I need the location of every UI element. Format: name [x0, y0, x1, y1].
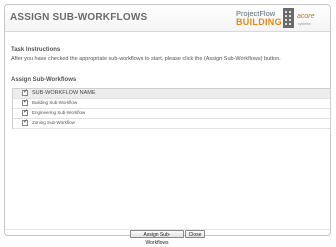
item-label: Engineering Sub-Workflow [32, 110, 86, 115]
item-label: Building Sub-Workflow [32, 100, 78, 105]
sub-workflow-list: SUB-WORKFLOW NAME Building Sub-Workflow … [12, 88, 331, 129]
projectflow-logo: ProjectFlow BUILDING acore systems [236, 8, 322, 30]
item-label: Zoning Sub-Workflow [32, 120, 75, 125]
building-icon [283, 8, 294, 28]
item-checkbox[interactable] [22, 98, 28, 106]
dialog-header: ASSIGN SUB-WORKFLOWS ProjectFlow BUILDIN… [5, 5, 330, 32]
logo-product-edition: BUILDING [236, 17, 282, 27]
task-instructions-heading: Task Instructions [11, 47, 61, 53]
list-item: Building Sub-Workflow [13, 98, 330, 109]
assign-sub-workflows-button[interactable]: Assign Sub-Workflows [130, 230, 184, 246]
logo-company-sub: systems [298, 22, 311, 26]
item-checkbox[interactable] [22, 118, 28, 126]
list-item: Engineering Sub-Workflow [13, 108, 330, 119]
page-title: ASSIGN SUB-WORKFLOWS [10, 12, 148, 23]
list-header-row: SUB-WORKFLOW NAME [13, 88, 330, 99]
select-all-checkbox[interactable] [22, 88, 28, 96]
list-item: Zoning Sub-Workflow [13, 118, 330, 129]
assign-sub-workflows-heading: Assign Sub-Workflows [11, 77, 77, 83]
logo-company-name: acore [297, 13, 315, 20]
item-checkbox[interactable] [22, 108, 28, 116]
column-header-label: SUB-WORKFLOW NAME [32, 90, 96, 96]
close-button[interactable]: Close [185, 230, 205, 238]
task-instructions-text: After you have checked the appropriate s… [11, 56, 281, 62]
dialog-window: ASSIGN SUB-WORKFLOWS ProjectFlow BUILDIN… [4, 4, 331, 236]
